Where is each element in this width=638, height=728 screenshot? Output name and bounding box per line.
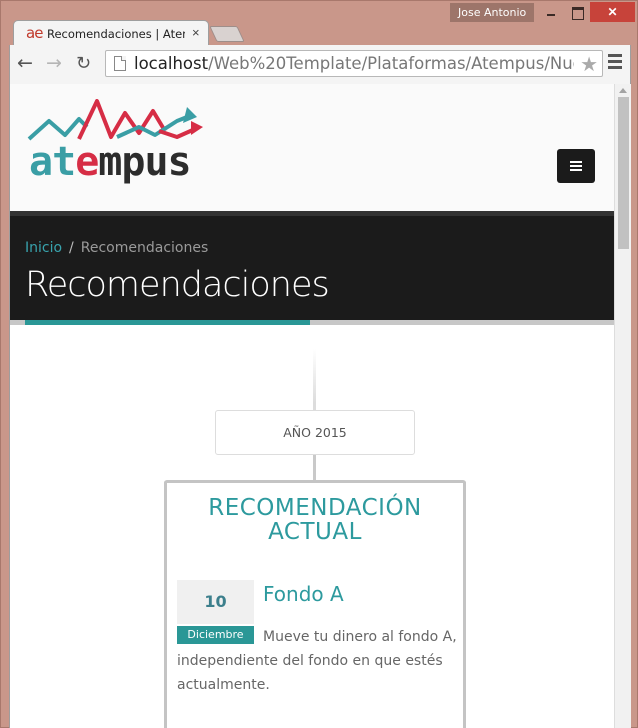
site-header: atempus <box>10 84 615 212</box>
browser-tab[interactable]: ae Recomendaciones | Atempus × <box>13 20 209 46</box>
breadcrumb-separator: / <box>69 240 74 256</box>
maximize-button[interactable] <box>564 2 590 22</box>
title-accent-bar <box>25 320 310 325</box>
reload-icon[interactable]: ↻ <box>76 53 91 74</box>
forward-icon[interactable]: → <box>46 52 62 74</box>
new-tab-button[interactable] <box>209 26 245 42</box>
browser-toolbar: ← → ↻ localhost/Web%20Template/Plataform… <box>9 45 631 84</box>
breadcrumb: Inicio / Recomendaciones <box>25 240 208 256</box>
date-day: 10 <box>177 580 254 624</box>
url-host: localhost <box>134 54 209 73</box>
minimize-button[interactable] <box>538 2 564 22</box>
user-badge: Jose Antonio <box>450 3 535 22</box>
url-path: /Web%20Template/Plataformas/Atempus/Nuev… <box>208 54 574 73</box>
close-window-button[interactable]: ✕ <box>590 2 635 22</box>
address-bar[interactable]: localhost/Web%20Template/Plataformas/Ate… <box>105 50 603 77</box>
logo-wordmark: atempus <box>29 139 192 185</box>
bookmark-star-icon[interactable]: ★ <box>580 52 598 77</box>
fund-title: Fondo A <box>263 582 344 606</box>
browser-menu-icon[interactable] <box>608 54 622 72</box>
timeline-connector <box>313 455 316 481</box>
browser-window: Jose Antonio ✕ ae Recomendaciones | Atem… <box>0 0 638 728</box>
atempus-logo[interactable]: atempus <box>27 99 212 194</box>
breadcrumb-home-link[interactable]: Inicio <box>25 240 62 256</box>
scrollbar-thumb[interactable] <box>618 97 629 249</box>
page-icon <box>114 56 126 71</box>
tab-close-icon[interactable]: × <box>192 25 200 40</box>
recommendation-heading: RECOMENDACIÓN ACTUAL <box>208 495 422 545</box>
favicon-icon: ae <box>26 24 43 42</box>
page-title: Recomendaciones <box>25 265 330 305</box>
scroll-up-icon[interactable] <box>619 88 627 93</box>
hamburger-icon[interactable] <box>557 149 595 183</box>
page-title-band: Inicio / Recomendaciones Recomendaciones <box>10 211 615 321</box>
tab-title: Recomendaciones | Atempus <box>47 27 185 41</box>
fund-description: Mueve tu dinero al fondo A, independient… <box>177 629 457 693</box>
recommendation-card: RECOMENDACIÓN ACTUAL 10 Diciembre Fondo … <box>164 480 466 728</box>
back-icon[interactable]: ← <box>17 52 33 74</box>
vertical-scrollbar[interactable] <box>614 84 631 728</box>
year-label: AÑO 2015 <box>215 410 415 455</box>
breadcrumb-current: Recomendaciones <box>80 240 209 256</box>
page-viewport: atempus Inicio / Recomendaciones Recomenda… <box>9 84 631 728</box>
url-text[interactable]: localhost/Web%20Template/Plataformas/Ate… <box>134 54 574 73</box>
